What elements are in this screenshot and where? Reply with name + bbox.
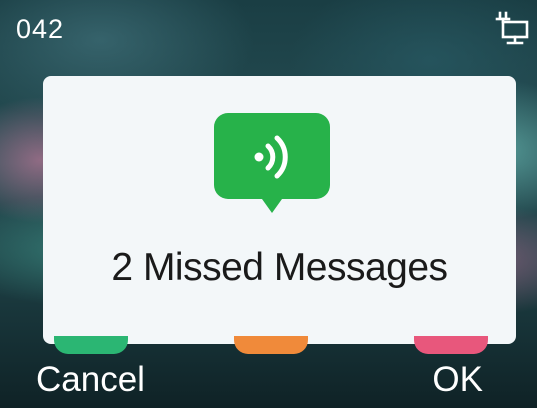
dialog-title: 2 Missed Messages bbox=[111, 246, 448, 289]
softkey-bar: Cancel OK bbox=[0, 350, 537, 408]
phone-screen: 042 2 Missed Messages Cancel OK bbox=[0, 0, 537, 408]
missed-messages-dialog: 2 Missed Messages bbox=[43, 76, 516, 344]
account-number: 042 bbox=[16, 14, 65, 44]
voicemail-message-icon bbox=[214, 113, 330, 213]
ok-softkey[interactable]: OK bbox=[432, 360, 483, 400]
wired-network-icon bbox=[495, 11, 529, 45]
cancel-softkey[interactable]: Cancel bbox=[36, 360, 145, 400]
status-bar: 042 bbox=[0, 0, 537, 60]
